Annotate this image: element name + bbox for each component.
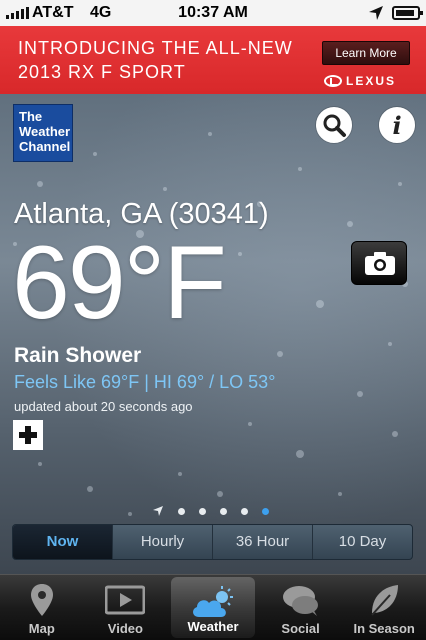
weather-main-panel: The Weather Channel i Atlanta, GA (30341…: [0, 94, 426, 574]
tab-social[interactable]: Social: [259, 575, 343, 640]
tab-map[interactable]: Map: [0, 575, 84, 640]
tab-weather[interactable]: Weather: [171, 577, 255, 638]
lexus-emblem-icon: [324, 75, 342, 87]
camera-icon: [365, 252, 395, 275]
bottom-tab-bar: Map Video Weather Social In Season: [0, 574, 426, 640]
battery-icon: [392, 6, 423, 20]
tab-label: Video: [107, 621, 143, 636]
tab-in-season[interactable]: In Season: [342, 575, 426, 640]
page-dot[interactable]: [178, 507, 185, 515]
leaf-icon: [371, 585, 399, 616]
status-time: 10:37 AM: [178, 4, 248, 21]
add-location-button[interactable]: [13, 420, 43, 450]
current-location-arrow-icon: [153, 506, 163, 516]
page-indicator[interactable]: [152, 504, 269, 518]
video-icon: [105, 585, 146, 615]
status-bar: AT&T 4G 10:37 AM: [0, 0, 426, 26]
tab-label: In Season: [353, 621, 415, 636]
location-services-icon: [369, 6, 383, 20]
current-temperature: 69°F: [12, 225, 227, 341]
weather-cloud-sun-icon: [193, 586, 233, 617]
map-pin-icon: [30, 584, 53, 616]
page-dot[interactable]: [220, 507, 227, 515]
tab-now[interactable]: Now: [13, 525, 112, 559]
search-icon: [323, 114, 346, 137]
camera-button[interactable]: [351, 241, 407, 285]
updated-timestamp: updated about 20 seconds ago: [14, 399, 193, 414]
search-button[interactable]: [316, 107, 352, 143]
condition-label: Rain Shower: [14, 344, 142, 367]
social-bubbles-icon: [282, 586, 318, 616]
tab-video[interactable]: Video: [84, 575, 168, 640]
weather-channel-logo: The Weather Channel: [13, 104, 73, 162]
tab-hourly[interactable]: Hourly: [112, 525, 212, 559]
page-dot[interactable]: [241, 507, 248, 515]
tab-label: Map: [28, 621, 55, 636]
page-dot[interactable]: [199, 507, 206, 515]
tab-10-day[interactable]: 10 Day: [312, 525, 412, 559]
ad-banner[interactable]: INTRODUCING THE ALL-NEW 2013 RX F SPORT …: [0, 26, 426, 94]
info-icon: i: [392, 111, 402, 140]
tab-label: Social: [281, 621, 320, 636]
ad-subheadline: 2013 RX F SPORT: [18, 62, 186, 82]
brand-name: LEXUS: [346, 74, 397, 88]
tab-label: Weather: [187, 619, 239, 634]
info-button[interactable]: i: [379, 107, 415, 143]
lexus-logo: LEXUS: [324, 72, 412, 90]
tab-36-hour[interactable]: 36 Hour: [212, 525, 312, 559]
page-dot-active[interactable]: [262, 507, 269, 515]
feels-like-hi-lo: Feels Like 69°F | HI 69° / LO 53°: [14, 372, 276, 392]
ad-headline: INTRODUCING THE ALL-NEW: [18, 38, 293, 58]
forecast-segmented-control[interactable]: Now Hourly 36 Hour 10 Day: [12, 524, 413, 560]
learn-more-button[interactable]: Learn More: [322, 41, 410, 65]
